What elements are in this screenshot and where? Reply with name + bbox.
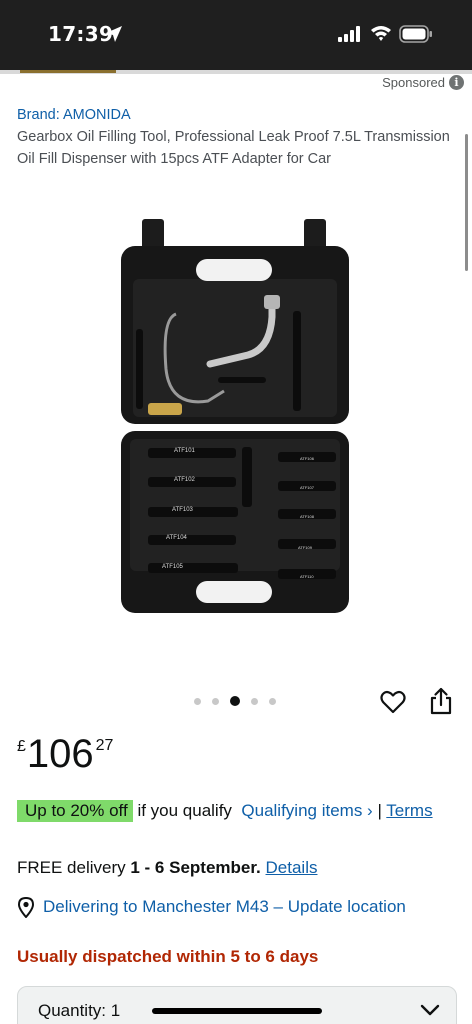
- quantity-label: Quantity: 1: [38, 1001, 120, 1021]
- image-carousel-dots[interactable]: [194, 696, 276, 706]
- adapter-label: ATF109: [298, 545, 313, 550]
- product-image[interactable]: ATF101 ATF102 ATF103 ATF104 ATF105 ATF10…: [118, 219, 350, 617]
- promo-text: if you qualify: [137, 801, 232, 820]
- heart-icon[interactable]: [380, 690, 406, 714]
- price: £ 106 27: [17, 730, 113, 778]
- promo-separator: |: [377, 801, 382, 820]
- battery-icon: [399, 25, 432, 43]
- adapter-label: ATF102: [174, 477, 196, 483]
- delivery-dates: 1 - 6 September: [130, 858, 257, 877]
- adapter-label: ATF106: [300, 456, 315, 461]
- adapter-label: ATF105: [162, 564, 184, 570]
- info-icon[interactable]: i: [449, 75, 464, 90]
- price-fraction: 27: [95, 737, 114, 754]
- delivery-details-link[interactable]: Details: [266, 858, 318, 877]
- delivery-prefix: FREE delivery: [17, 858, 126, 877]
- price-currency: £: [17, 738, 26, 755]
- product-title: Gearbox Oil Filling Tool, Professional L…: [17, 129, 450, 167]
- home-indicator[interactable]: [152, 1008, 322, 1014]
- delivery-period: .: [256, 858, 261, 877]
- quantity-selector[interactable]: Quantity: 1: [17, 986, 457, 1024]
- sponsored-label[interactable]: Sponsored i: [382, 75, 464, 90]
- delivery-info: FREE delivery 1 - 6 September. Details: [17, 858, 317, 878]
- share-icon[interactable]: [430, 687, 452, 715]
- carousel-dot[interactable]: [194, 697, 201, 705]
- location-text: Delivering to Manchester M43 – Update lo…: [43, 897, 406, 916]
- status-bar: 17:39: [0, 0, 472, 70]
- adapter-label: ATF108: [300, 514, 315, 519]
- quantity-value: 1: [110, 1001, 121, 1020]
- terms-link[interactable]: Terms: [386, 801, 432, 820]
- delivery-location[interactable]: Delivering to Manchester M43 – Update lo…: [17, 896, 406, 918]
- location-pin-icon: [17, 896, 35, 918]
- qualifying-items-link[interactable]: Qualifying items ›: [241, 801, 372, 820]
- scrollbar[interactable]: [465, 134, 468, 271]
- previous-item-thumb: [20, 70, 116, 73]
- adapter-label: ATF107: [300, 485, 315, 490]
- cellular-signal-icon: [338, 26, 360, 42]
- quantity-label-text: Quantity:: [38, 1001, 107, 1020]
- adapter-label: ATF110: [300, 574, 314, 579]
- sponsored-text: Sponsored: [382, 75, 445, 90]
- carousel-dot-active[interactable]: [230, 696, 240, 706]
- dispatch-status: Usually dispatched within 5 to 6 days: [17, 947, 319, 966]
- brand-link[interactable]: Brand: AMONIDA: [17, 107, 131, 123]
- price-whole: 106: [26, 732, 94, 776]
- wifi-icon: [371, 26, 391, 41]
- adapter-label: ATF103: [172, 507, 194, 513]
- carousel-dot[interactable]: [212, 697, 219, 705]
- discount-badge: Up to 20% off: [17, 800, 133, 822]
- carousel-dot[interactable]: [251, 697, 258, 705]
- adapter-label: ATF104: [166, 535, 188, 541]
- promotion: Up to 20% off if you qualify Qualifying …: [17, 798, 457, 823]
- location-arrow-icon: [106, 26, 122, 42]
- carousel-dot[interactable]: [269, 697, 276, 705]
- adapter-label: ATF101: [174, 448, 196, 454]
- chevron-down-icon: [420, 1004, 440, 1016]
